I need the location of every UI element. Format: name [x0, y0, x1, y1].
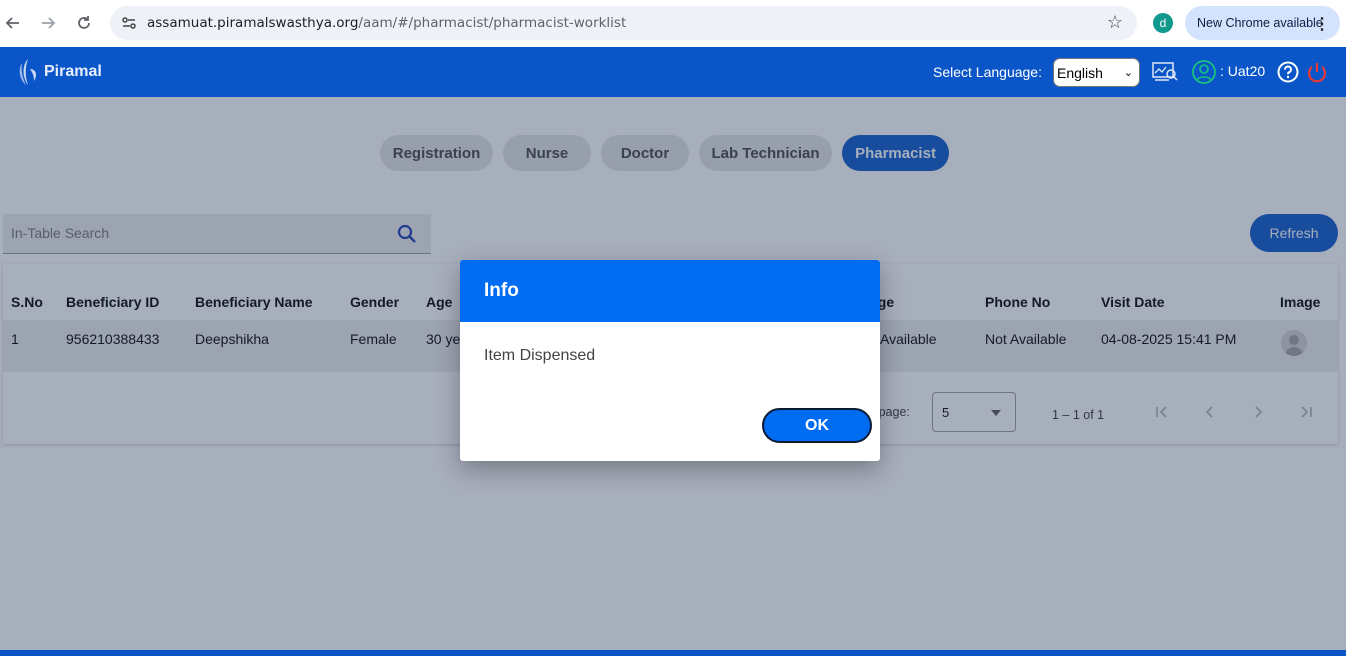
- dialog-title: Info: [484, 280, 519, 301]
- help-icon[interactable]: [1275, 59, 1303, 85]
- piramal-leaf-icon: [19, 59, 37, 85]
- profile-avatar[interactable]: d: [1153, 13, 1173, 33]
- update-label: New Chrome available: [1197, 16, 1323, 30]
- app-header: Piramal Select Language: English ⌄ : Uat…: [0, 47, 1346, 97]
- language-value: English: [1057, 64, 1103, 81]
- user-profile-icon[interactable]: [1191, 59, 1219, 85]
- power-logout-icon[interactable]: [1304, 59, 1332, 85]
- dialog-header: Info: [460, 260, 880, 322]
- chevron-down-icon: ⌄: [1123, 67, 1133, 79]
- browser-toolbar: assamuat.piramalswasthya.org/aam/#/pharm…: [0, 0, 1346, 47]
- reload-icon[interactable]: [71, 10, 97, 36]
- info-dialog: Info Item Dispensed OK: [460, 260, 880, 461]
- ok-button[interactable]: OK: [762, 408, 872, 443]
- menu-dots-icon[interactable]: ⋮: [1314, 14, 1330, 34]
- back-icon[interactable]: [0, 10, 26, 36]
- address-bar[interactable]: assamuat.piramalswasthya.org/aam/#/pharm…: [110, 6, 1137, 40]
- site-settings-icon[interactable]: [120, 14, 138, 32]
- bookmark-star-icon[interactable]: ☆: [1107, 12, 1123, 33]
- dashboard-search-icon[interactable]: [1151, 59, 1179, 85]
- forward-icon[interactable]: [35, 10, 61, 36]
- piramal-logo: Piramal: [16, 55, 102, 89]
- user-name: : Uat20: [1220, 63, 1266, 79]
- language-label: Select Language:: [933, 64, 1042, 80]
- dialog-message: Item Dispensed: [484, 347, 596, 364]
- brand-name: Piramal: [44, 63, 102, 80]
- language-select[interactable]: English ⌄: [1053, 58, 1140, 87]
- footer-bar: [0, 650, 1346, 656]
- new-chrome-available-button[interactable]: New Chrome available ⋮: [1185, 6, 1340, 40]
- url-text: assamuat.piramalswasthya.org/aam/#/pharm…: [147, 15, 627, 31]
